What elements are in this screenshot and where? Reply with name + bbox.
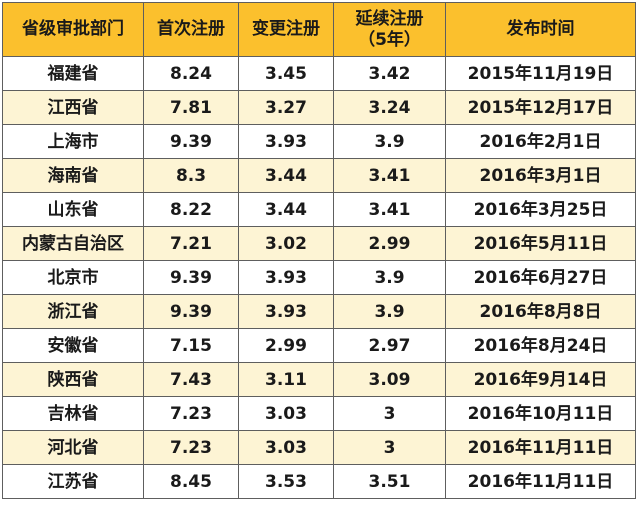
cell-renewal-registration: 3.42 xyxy=(333,56,446,91)
header-dept: 省级审批部门 xyxy=(2,2,144,57)
cell-renewal-registration: 3.41 xyxy=(333,158,446,193)
cell-publish-date: 2016年8月24日 xyxy=(445,328,636,363)
cell-first-registration: 9.39 xyxy=(143,260,239,295)
table-row: 北京市 9.39 3.93 3.9 2016年6月27日 xyxy=(2,260,636,295)
header-change-registration: 变更注册 xyxy=(238,2,334,57)
cell-dept: 浙江省 xyxy=(2,294,144,329)
cell-change-registration: 3.93 xyxy=(238,260,334,295)
cell-change-registration: 3.03 xyxy=(238,396,334,431)
cell-publish-date: 2015年12月17日 xyxy=(445,90,636,125)
header-renewal-line2: （5年） xyxy=(358,29,421,50)
cell-renewal-registration: 3.9 xyxy=(333,124,446,159)
table-header-row: 省级审批部门 首次注册 变更注册 延续注册 （5年） 发布时间 xyxy=(2,2,636,57)
cell-publish-date: 2016年2月1日 xyxy=(445,124,636,159)
cell-change-registration: 3.93 xyxy=(238,124,334,159)
cell-renewal-registration: 3.09 xyxy=(333,362,446,397)
cell-renewal-registration: 3.51 xyxy=(333,464,446,499)
table-row: 吉林省 7.23 3.03 3 2016年10月11日 xyxy=(2,396,636,431)
cell-publish-date: 2016年10月11日 xyxy=(445,396,636,431)
cell-dept: 北京市 xyxy=(2,260,144,295)
cell-dept: 海南省 xyxy=(2,158,144,193)
cell-change-registration: 3.03 xyxy=(238,430,334,465)
cell-change-registration: 3.93 xyxy=(238,294,334,329)
cell-change-registration: 3.11 xyxy=(238,362,334,397)
table-row: 浙江省 9.39 3.93 3.9 2016年8月8日 xyxy=(2,294,636,329)
cell-publish-date: 2016年11月11日 xyxy=(445,464,636,499)
cell-first-registration: 9.39 xyxy=(143,294,239,329)
cell-dept: 上海市 xyxy=(2,124,144,159)
document-page: 省级审批部门 首次注册 变更注册 延续注册 （5年） 发布时间 福建省 8.24 3… xyxy=(0,0,638,516)
cell-change-registration: 2.99 xyxy=(238,328,334,363)
cell-renewal-registration: 3.41 xyxy=(333,192,446,227)
cell-first-registration: 9.39 xyxy=(143,124,239,159)
header-first-registration: 首次注册 xyxy=(143,2,239,57)
cell-first-registration: 8.24 xyxy=(143,56,239,91)
table-row: 陕西省 7.43 3.11 3.09 2016年9月14日 xyxy=(2,362,636,397)
table-body: 福建省 8.24 3.45 3.42 2015年11月19日 江西省 7.81 3.27 3.2… xyxy=(2,56,636,499)
cell-first-registration: 8.45 xyxy=(143,464,239,499)
cell-publish-date: 2016年9月14日 xyxy=(445,362,636,397)
cell-renewal-registration: 3 xyxy=(333,396,446,431)
table-row: 上海市 9.39 3.93 3.9 2016年2月1日 xyxy=(2,124,636,159)
cell-first-registration: 7.23 xyxy=(143,396,239,431)
cell-dept: 山东省 xyxy=(2,192,144,227)
table-row: 安徽省 7.15 2.99 2.97 2016年8月24日 xyxy=(2,328,636,363)
cell-change-registration: 3.53 xyxy=(238,464,334,499)
table-row: 内蒙古自治区 7.21 3.02 2.99 2016年5月11日 xyxy=(2,226,636,261)
table-row: 海南省 8.3 3.44 3.41 2016年3月1日 xyxy=(2,158,636,193)
cell-dept: 吉林省 xyxy=(2,396,144,431)
cell-dept: 江西省 xyxy=(2,90,144,125)
cell-first-registration: 7.21 xyxy=(143,226,239,261)
cell-dept: 福建省 xyxy=(2,56,144,91)
table-row: 河北省 7.23 3.03 3 2016年11月11日 xyxy=(2,430,636,465)
cell-dept: 陕西省 xyxy=(2,362,144,397)
cell-dept: 河北省 xyxy=(2,430,144,465)
cell-publish-date: 2015年11月19日 xyxy=(445,56,636,91)
cell-renewal-registration: 3.24 xyxy=(333,90,446,125)
cell-first-registration: 7.81 xyxy=(143,90,239,125)
cell-first-registration: 7.15 xyxy=(143,328,239,363)
cell-renewal-registration: 3 xyxy=(333,430,446,465)
cell-change-registration: 3.45 xyxy=(238,56,334,91)
cell-publish-date: 2016年5月11日 xyxy=(445,226,636,261)
cell-publish-date: 2016年8月8日 xyxy=(445,294,636,329)
cell-renewal-registration: 2.99 xyxy=(333,226,446,261)
header-renewal-registration: 延续注册 （5年） xyxy=(333,2,446,57)
cell-renewal-registration: 3.9 xyxy=(333,260,446,295)
cell-first-registration: 8.3 xyxy=(143,158,239,193)
cell-first-registration: 8.22 xyxy=(143,192,239,227)
table-row: 福建省 8.24 3.45 3.42 2015年11月19日 xyxy=(2,56,636,91)
cell-change-registration: 3.27 xyxy=(238,90,334,125)
cell-renewal-registration: 3.9 xyxy=(333,294,446,329)
cell-change-registration: 3.44 xyxy=(238,192,334,227)
table-row: 江西省 7.81 3.27 3.24 2015年12月17日 xyxy=(2,90,636,125)
cell-change-registration: 3.02 xyxy=(238,226,334,261)
table-row: 山东省 8.22 3.44 3.41 2016年3月25日 xyxy=(2,192,636,227)
cell-publish-date: 2016年3月25日 xyxy=(445,192,636,227)
header-renewal-line1: 延续注册 xyxy=(355,8,424,29)
cell-publish-date: 2016年3月1日 xyxy=(445,158,636,193)
cell-dept: 江苏省 xyxy=(2,464,144,499)
cell-publish-date: 2016年6月27日 xyxy=(445,260,636,295)
table-row: 江苏省 8.45 3.53 3.51 2016年11月11日 xyxy=(2,464,636,499)
cell-renewal-registration: 2.97 xyxy=(333,328,446,363)
cell-first-registration: 7.43 xyxy=(143,362,239,397)
header-publish-date: 发布时间 xyxy=(445,2,636,57)
cell-dept: 安徽省 xyxy=(2,328,144,363)
cell-dept: 内蒙古自治区 xyxy=(2,226,144,261)
cell-change-registration: 3.44 xyxy=(238,158,334,193)
cell-publish-date: 2016年11月11日 xyxy=(445,430,636,465)
registration-fee-table: 省级审批部门 首次注册 变更注册 延续注册 （5年） 发布时间 福建省 8.24 3… xyxy=(2,2,636,499)
cell-first-registration: 7.23 xyxy=(143,430,239,465)
